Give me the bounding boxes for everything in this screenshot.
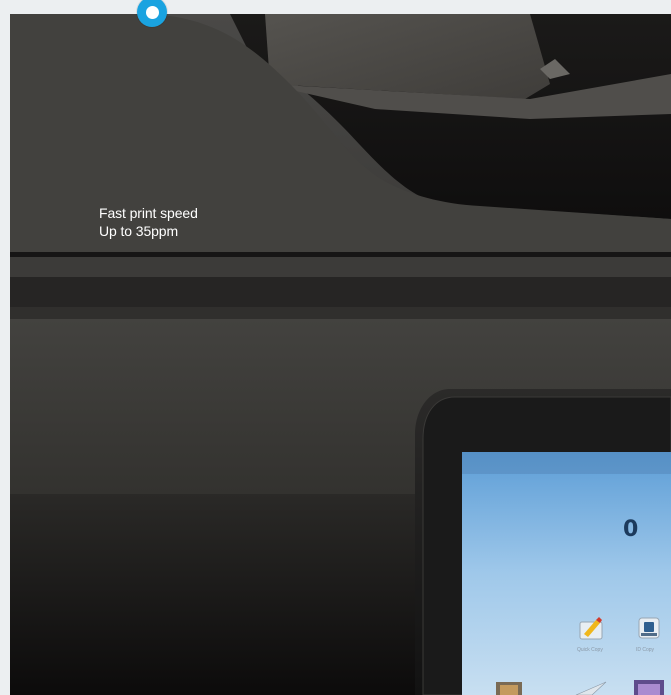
- id-copy-icon[interactable]: [638, 617, 660, 639]
- edit-document-icon[interactable]: [579, 617, 603, 640]
- app-label: Quick Copy: [577, 647, 603, 653]
- caption-title: Fast print speed: [99, 205, 198, 221]
- feature-caption: Fast print speed Up to 35ppm: [99, 204, 198, 240]
- device-screen: 0 Quick Copy ID Copy: [496, 517, 664, 695]
- screen-time-text: 0: [623, 517, 638, 542]
- feature-hotspot-button[interactable]: [130, 0, 174, 30]
- caption-detail: Up to 35ppm: [99, 223, 179, 239]
- hotspot-marker-icon: [137, 0, 167, 27]
- app-label: ID Copy: [636, 647, 655, 653]
- hotspot-center-dot: [145, 5, 159, 19]
- send-icon[interactable]: [575, 681, 607, 695]
- gallery-app-icon[interactable]: [634, 680, 664, 695]
- printer-product-image: 0 Quick Copy ID Copy Fast print speed Up…: [10, 14, 671, 695]
- photo-app-icon[interactable]: [496, 682, 522, 695]
